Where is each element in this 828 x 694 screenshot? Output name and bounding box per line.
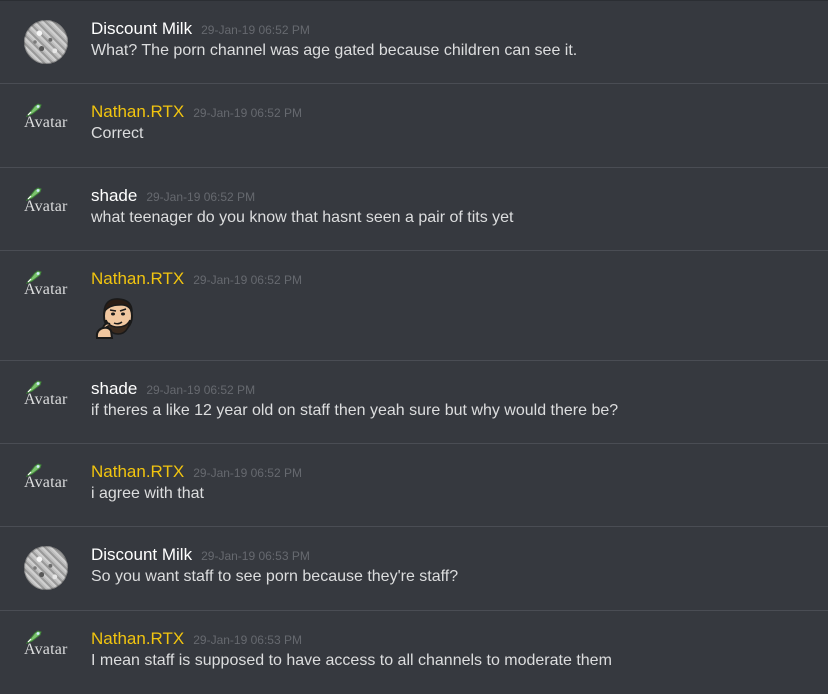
timestamp: 29-Jan-19 06:53 PM	[201, 549, 310, 563]
avatar-alt-text: Avatar	[24, 641, 68, 658]
message-header: Nathan.RTX 29-Jan-19 06:52 PM	[91, 269, 818, 291]
message: Avatar shade 29-Jan-19 06:52 PM what tee…	[0, 168, 828, 251]
timestamp: 29-Jan-19 06:53 PM	[193, 633, 302, 647]
author-name[interactable]: shade	[91, 379, 137, 399]
avatar[interactable]	[24, 20, 68, 64]
message: Discount Milk 29-Jan-19 06:53 PM So you …	[0, 527, 828, 611]
message-content: Nathan.RTX 29-Jan-19 06:52 PM Correct	[91, 102, 818, 143]
message-text: if theres a like 12 year old on staff th…	[91, 402, 619, 419]
message-header: Discount Milk 29-Jan-19 06:52 PM	[91, 19, 818, 41]
message: Avatar shade 29-Jan-19 06:52 PM if there…	[0, 361, 828, 444]
message-content: Nathan.RTX 29-Jan-19 06:53 PM I mean sta…	[91, 629, 818, 670]
message-text: What? The porn channel was age gated bec…	[91, 42, 578, 59]
timestamp: 29-Jan-19 06:52 PM	[146, 383, 256, 397]
author-name[interactable]: Nathan.RTX	[91, 269, 184, 289]
avatar-alt-text: Avatar	[24, 281, 68, 298]
timestamp: 29-Jan-19 06:52 PM	[193, 466, 302, 480]
avatar-broken-image[interactable]: Avatar	[24, 270, 84, 314]
avatar-alt-text: Avatar	[24, 114, 68, 131]
avatar-broken-image[interactable]: Avatar	[24, 463, 84, 507]
message-content: Discount Milk 29-Jan-19 06:52 PM What? T…	[91, 19, 818, 60]
avatar-broken-image[interactable]: Avatar	[24, 630, 84, 674]
thinking-face-emoji-icon[interactable]	[91, 294, 139, 342]
message-content: Nathan.RTX 29-Jan-19 06:52 PM i agree wi…	[91, 462, 818, 503]
message-text: i agree with that	[91, 485, 204, 502]
timestamp: 29-Jan-19 06:52 PM	[146, 190, 256, 204]
message-header: Nathan.RTX 29-Jan-19 06:53 PM	[91, 629, 818, 651]
message-content: Discount Milk 29-Jan-19 06:53 PM So you …	[91, 545, 818, 586]
message-text: So you want staff to see porn because th…	[91, 568, 459, 585]
message-header: Nathan.RTX 29-Jan-19 06:52 PM	[91, 462, 818, 484]
timestamp: 29-Jan-19 06:52 PM	[201, 23, 310, 37]
message-content: shade 29-Jan-19 06:52 PM what teenager d…	[91, 186, 818, 227]
message-text: I mean staff is supposed to have access …	[91, 652, 612, 669]
message: Discount Milk 29-Jan-19 06:52 PM What? T…	[0, 1, 828, 84]
message-header: Discount Milk 29-Jan-19 06:53 PM	[91, 545, 818, 567]
message-content: shade 29-Jan-19 06:52 PM if theres a lik…	[91, 379, 818, 420]
avatar-alt-text: Avatar	[24, 198, 68, 215]
author-name[interactable]: Nathan.RTX	[91, 462, 184, 482]
chat-log: Discount Milk 29-Jan-19 06:52 PM What? T…	[0, 0, 828, 694]
message-content: Nathan.RTX 29-Jan-19 06:52 PM	[91, 269, 818, 347]
message: Avatar Nathan.RTX 29-Jan-19 06:52 PM	[0, 251, 828, 361]
message: Avatar Nathan.RTX 29-Jan-19 06:52 PM Cor…	[0, 84, 828, 168]
message-header: shade 29-Jan-19 06:52 PM	[91, 379, 818, 401]
avatar-alt-text: Avatar	[24, 391, 68, 408]
avatar-broken-image[interactable]: Avatar	[24, 187, 84, 231]
author-name[interactable]: shade	[91, 186, 137, 206]
author-name[interactable]: Discount Milk	[91, 19, 192, 39]
author-name[interactable]: Nathan.RTX	[91, 102, 184, 122]
author-name[interactable]: Nathan.RTX	[91, 629, 184, 649]
message-text: Correct	[91, 125, 144, 142]
author-name[interactable]: Discount Milk	[91, 545, 192, 565]
timestamp: 29-Jan-19 06:52 PM	[193, 273, 302, 287]
message-text: what teenager do you know that hasnt see…	[91, 209, 514, 226]
message-header: Nathan.RTX 29-Jan-19 06:52 PM	[91, 102, 818, 124]
message: Avatar Nathan.RTX 29-Jan-19 06:53 PM I m…	[0, 611, 828, 691]
message-header: shade 29-Jan-19 06:52 PM	[91, 186, 818, 208]
avatar-broken-image[interactable]: Avatar	[24, 380, 84, 424]
avatar[interactable]	[24, 546, 68, 590]
avatar-broken-image[interactable]: Avatar	[24, 103, 84, 147]
avatar-alt-text: Avatar	[24, 474, 68, 491]
timestamp: 29-Jan-19 06:52 PM	[193, 106, 302, 120]
message: Avatar Nathan.RTX 29-Jan-19 06:52 PM i a…	[0, 444, 828, 527]
